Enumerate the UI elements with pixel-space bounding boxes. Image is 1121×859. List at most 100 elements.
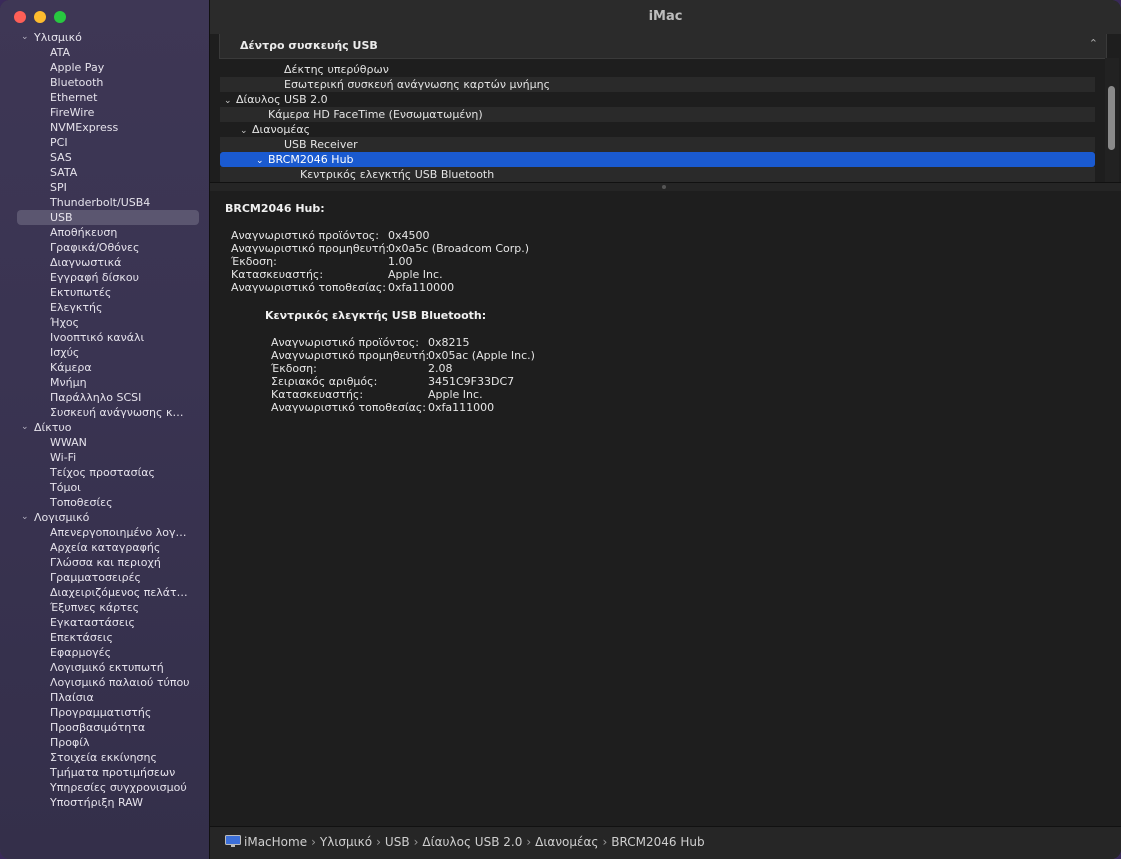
path-segment[interactable]: BRCM2046 Hub	[611, 835, 704, 849]
detail-title: BRCM2046 Hub:	[225, 202, 325, 215]
chevron-down-icon[interactable]: ⌄	[21, 420, 31, 435]
sidebar-item[interactable]: Thunderbolt/USB4	[0, 195, 190, 210]
sidebar-group[interactable]: ⌄ Λογισμικό	[0, 510, 209, 525]
sidebar-item[interactable]: Αποθήκευση	[0, 225, 190, 240]
usb-tree-row[interactable]: ⌄ BRCM2046 Hub	[220, 152, 1095, 167]
field-value: 0x8215	[428, 336, 470, 349]
imac-icon	[225, 835, 241, 847]
sidebar-item[interactable]: WWAN	[0, 435, 190, 450]
sidebar-item[interactable]: Υπηρεσίες συγχρονισμού	[0, 780, 190, 795]
chevron-down-icon[interactable]: ⌄	[21, 30, 31, 45]
sidebar-item[interactable]: NVMExpress	[0, 120, 190, 135]
sidebar-item[interactable]: Προφίλ	[0, 735, 190, 750]
sidebar-item[interactable]: Προγραμματιστής	[0, 705, 190, 720]
close-button[interactable]	[14, 11, 26, 23]
field-key: Αναγνωριστικό προϊόντος:	[271, 336, 419, 349]
usb-tree-row[interactable]: Δέκτης υπερύθρων	[220, 62, 1095, 77]
detail-subtitle: Κεντρικός ελεγκτής USB Bluetooth:	[265, 309, 487, 322]
sidebar-group-label: Λογισμικό	[34, 511, 90, 524]
sidebar-item[interactable]: Bluetooth	[0, 75, 190, 90]
sidebar-item[interactable]: Στοιχεία εκκίνησης	[0, 750, 190, 765]
zoom-button[interactable]	[54, 11, 66, 23]
sidebar-item[interactable]: Τείχος προστασίας	[0, 465, 190, 480]
sidebar-item[interactable]: Τμήματα προτιμήσεων	[0, 765, 190, 780]
path-separator: ›	[376, 835, 381, 849]
sidebar-item[interactable]: Apple Pay	[0, 60, 190, 75]
path-segment[interactable]: Υλισμικό	[320, 835, 372, 849]
usb-device-tree: Δέκτης υπερύθρων Εσωτερική συσκευή ανάγνω…	[220, 59, 1105, 183]
sidebar-item[interactable]: Συσκευή ανάγνωσης καρ...	[0, 405, 190, 420]
path-segment[interactable]: USB	[385, 835, 410, 849]
usb-tree-row-label: Δίαυλος USB 2.0	[236, 93, 328, 106]
sidebar-group[interactable]: ⌄ Δίκτυο	[0, 420, 209, 435]
field-value: 1.00	[388, 255, 413, 268]
sidebar-item[interactable]: Προσβασιμότητα	[0, 720, 190, 735]
usb-tree-row-label: Διανομέας	[252, 123, 311, 136]
field-value: 0xfa110000	[388, 281, 455, 294]
path-segment[interactable]: iMacHome	[244, 835, 307, 849]
sidebar-item[interactable]: Διαχειριζόμενος πελάτης	[0, 585, 190, 600]
sidebar-item[interactable]: Έξυπνες κάρτες	[0, 600, 190, 615]
sidebar-item[interactable]: Εγκαταστάσεις	[0, 615, 190, 630]
sidebar-item[interactable]: Wi-Fi	[0, 450, 190, 465]
usb-tree-row[interactable]: ⌄ Δίαυλος USB 2.0	[220, 92, 1095, 107]
path-separator: ›	[602, 835, 608, 849]
sidebar-item[interactable]: Εφαρμογές	[0, 645, 190, 660]
minimize-button[interactable]	[34, 11, 46, 23]
usb-tree-row[interactable]: Κεντρικός ελεγκτής USB Bluetooth	[220, 167, 1095, 182]
usb-tree-row[interactable]: USB Receiver	[220, 137, 1095, 152]
sidebar-item[interactable]: Λογισμικό εκτυπωτή	[0, 660, 190, 675]
sidebar-group[interactable]: ⌄ Υλισμικό	[0, 30, 209, 45]
sidebar-item[interactable]: SAS	[0, 150, 190, 165]
sidebar-item[interactable]: Πλαίσια	[0, 690, 190, 705]
usb-tree-row-label: Κεντρικός ελεγκτής USB Bluetooth	[300, 168, 495, 181]
usb-tree-scrollbar[interactable]	[1105, 58, 1119, 182]
field-value: 0x4500	[388, 229, 430, 242]
sidebar-item[interactable]: Παράλληλο SCSI	[0, 390, 190, 405]
sidebar-item[interactable]: USB	[17, 210, 199, 225]
chevron-up-icon[interactable]: ⌃	[1089, 37, 1098, 50]
sidebar-item[interactable]: Ισχύς	[0, 345, 190, 360]
sidebar-item[interactable]: Διαγνωστικά	[0, 255, 190, 270]
field-key: Σειριακός αριθμός:	[271, 375, 378, 388]
sidebar-item[interactable]: FireWire	[0, 105, 190, 120]
system-information-window: ⌄ Υλισμικό ATA Apple Pay Bluetooth Ethernet Fi…	[0, 0, 1121, 859]
divider-handle-icon[interactable]	[662, 185, 666, 189]
usb-tree-header[interactable]: Δέντρο συσκευής USB ⌃	[219, 34, 1107, 59]
sidebar-item[interactable]: Γλώσσα και περιοχή	[0, 555, 190, 570]
path-segment[interactable]: Διανομέας	[535, 835, 598, 849]
sidebar-item[interactable]: SATA	[0, 165, 190, 180]
path-bar: iMacHome › Υλισμικό › USB › Δίαυλος USB 2.0 › Δι…	[210, 826, 1121, 859]
sidebar-item[interactable]: Μνήμη	[0, 375, 190, 390]
path-separator: ›	[526, 835, 532, 849]
sidebar-item[interactable]: Τόμοι	[0, 480, 190, 495]
sidebar-item[interactable]: PCI	[0, 135, 190, 150]
usb-tree-row[interactable]: Κάμερα HD FaceTime (Ενσωματωμένη)	[220, 107, 1095, 122]
sidebar-item[interactable]: Ελεγκτής	[0, 300, 190, 315]
scroll-thumb[interactable]	[1108, 86, 1115, 150]
path-segment[interactable]: Δίαυλος USB 2.0	[422, 835, 522, 849]
sidebar-item[interactable]: Εγγραφή δίσκου	[0, 270, 190, 285]
field-key: Κατασκευαστής:	[231, 268, 324, 281]
sidebar-item[interactable]: Επεκτάσεις	[0, 630, 190, 645]
sidebar-item[interactable]: Απενεργοποιημένο λογισ...	[0, 525, 190, 540]
sidebar-item[interactable]: Λογισμικό παλαιού τύπου	[0, 675, 190, 690]
sidebar-item[interactable]: Γραφικά/Οθόνες	[0, 240, 190, 255]
sidebar-item[interactable]: Ιvοοπτικό κανάλι	[0, 330, 190, 345]
sidebar-item[interactable]: Ethernet	[0, 90, 190, 105]
sidebar-item[interactable]: Υποστήριξη RAW	[0, 795, 190, 810]
sidebar-item[interactable]: Ήχος	[0, 315, 190, 330]
path-separator: ›	[413, 835, 419, 849]
usb-tree-row[interactable]: Εσωτερική συσκευή ανάγνωσης καρτών μνήμη…	[220, 77, 1095, 92]
field-value: 0x05ac (Apple Inc.)	[428, 349, 535, 362]
usb-tree-row[interactable]: ⌄ Διανομέας	[220, 122, 1095, 137]
sidebar-item[interactable]: Γραμματοσειρές	[0, 570, 190, 585]
usb-tree-header-label: Δέντρο συσκευής USB	[240, 39, 378, 52]
sidebar-item[interactable]: Αρχεία καταγραφής	[0, 540, 190, 555]
sidebar-item[interactable]: ATA	[0, 45, 190, 60]
chevron-down-icon[interactable]: ⌄	[21, 510, 31, 525]
sidebar-item[interactable]: SPI	[0, 180, 190, 195]
sidebar-item[interactable]: Κάμερα	[0, 360, 190, 375]
sidebar-item[interactable]: Εκτυπωτές	[0, 285, 190, 300]
sidebar-item[interactable]: Τοποθεσίες	[0, 495, 190, 510]
